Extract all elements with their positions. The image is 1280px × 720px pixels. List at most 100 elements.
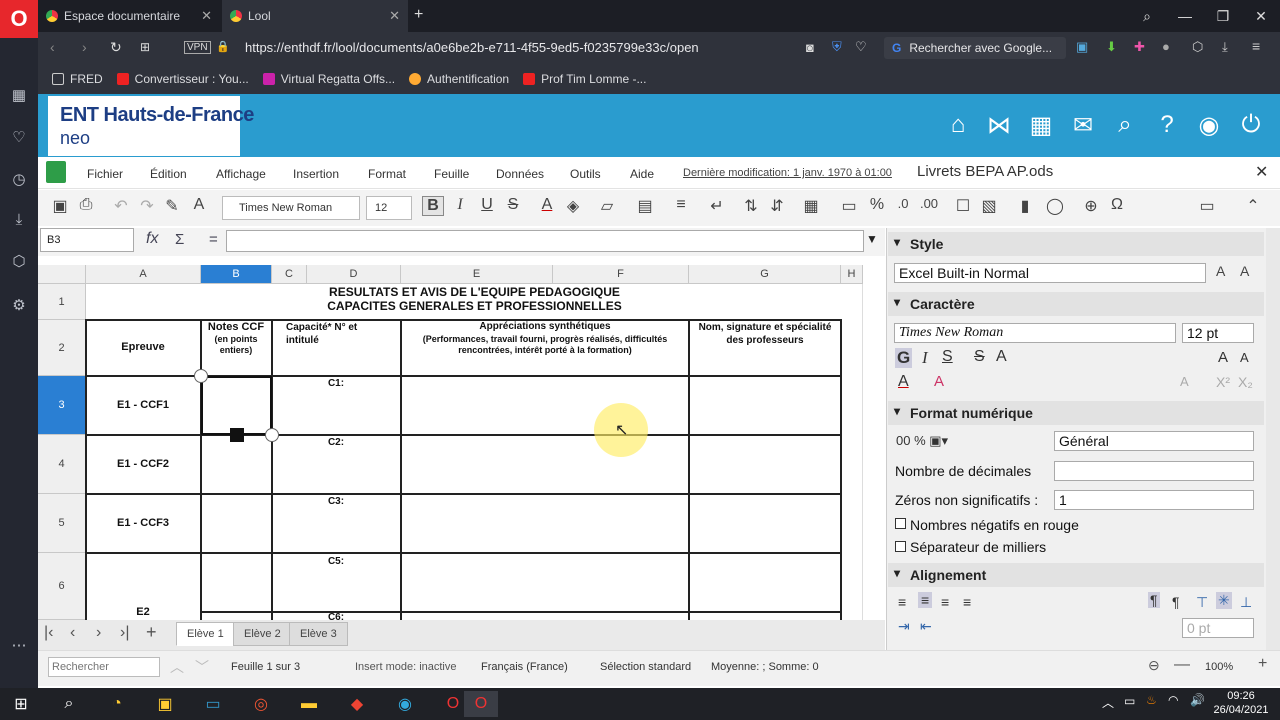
decrease-indent-icon[interactable]: ⇤ xyxy=(920,618,932,635)
row-header-5[interactable]: 5 xyxy=(38,494,86,553)
next-sheet-icon[interactable]: › xyxy=(96,624,101,642)
download-ext-icon[interactable]: ⬇ xyxy=(1106,39,1117,55)
image-icon[interactable]: ▧ xyxy=(978,196,1000,216)
indent-input[interactable]: 0 pt xyxy=(1182,618,1254,638)
column-header-e[interactable]: E xyxy=(401,265,553,284)
column-header-f[interactable]: F xyxy=(553,265,689,284)
close-tab-icon[interactable]: ✕ xyxy=(389,8,400,24)
forward-icon[interactable]: › xyxy=(82,39,87,55)
settings-icon[interactable]: ⚙ xyxy=(0,290,38,320)
close-tab-icon[interactable]: ✕ xyxy=(201,8,212,24)
equals-icon[interactable]: = xyxy=(209,231,218,248)
search-icon[interactable]: ⌕ xyxy=(1110,110,1140,140)
home-icon[interactable]: ⌂ xyxy=(943,110,973,140)
cube-ext-icon[interactable]: ⬡ xyxy=(1192,39,1203,55)
font-color-icon[interactable]: A xyxy=(536,196,558,214)
currency-icon[interactable]: ▭ xyxy=(838,196,860,216)
zoom-out-icon[interactable]: — xyxy=(1174,656,1190,674)
column-header-d[interactable]: D xyxy=(307,265,401,284)
maximize-icon[interactable]: ❐ xyxy=(1204,8,1242,25)
flame-icon[interactable]: ♨ xyxy=(1146,693,1157,707)
menu-affichage[interactable]: Affichage xyxy=(216,167,266,181)
selection-mode[interactable]: Sélection standard xyxy=(600,661,691,673)
font-name-select[interactable]: Times New Roman xyxy=(222,196,360,220)
selection-handle-top-left[interactable] xyxy=(194,369,208,383)
section-caractere[interactable]: Caractère xyxy=(888,292,1264,316)
formula-input[interactable] xyxy=(226,230,864,252)
sidebar-font-select[interactable]: Times New Roman xyxy=(894,323,1176,343)
align-top-icon[interactable]: ⊤ xyxy=(1196,594,1208,611)
rtl-icon[interactable]: ¶ xyxy=(1172,594,1180,610)
align-right-icon[interactable]: ≡ xyxy=(941,594,949,610)
bookmark-convertisseur[interactable]: Convertisseur : You... xyxy=(116,72,249,86)
superscript-icon[interactable]: X² xyxy=(1216,374,1230,390)
thousands-separator-checkbox[interactable] xyxy=(895,541,906,552)
google-search-box[interactable]: G Rechercher avec Google... xyxy=(884,37,1066,59)
paintbrush-icon[interactable]: ✎ xyxy=(161,196,183,216)
menu-donnees[interactable]: Données xyxy=(496,167,544,181)
shrink-font-icon[interactable]: A xyxy=(1240,350,1249,365)
search-tabs-icon[interactable]: ⌕ xyxy=(1128,8,1166,25)
background-color-icon[interactable]: ▤ xyxy=(634,196,656,216)
start-icon[interactable]: ⊞ xyxy=(4,691,38,717)
cell-a3[interactable]: E1 - CCF1 xyxy=(86,399,200,411)
function-wizard-icon[interactable]: fx xyxy=(146,230,158,248)
document-title[interactable]: Livrets BEPA AP.ods xyxy=(917,163,1053,180)
cell-b3-selection[interactable] xyxy=(201,376,272,435)
mail-icon[interactable]: ✉ xyxy=(1068,110,1098,140)
opera-gx-taskbar-icon[interactable]: O xyxy=(464,691,498,717)
num-format-icon[interactable]: 00 % ▣▾ xyxy=(896,433,948,449)
italic-icon[interactable]: I xyxy=(449,196,471,214)
align-center-icon[interactable]: ≡ xyxy=(918,592,933,608)
selection-handle-bottom-right[interactable] xyxy=(265,428,279,442)
sidebar-scrollbar[interactable] xyxy=(1266,228,1280,650)
zoom-in-icon[interactable]: + xyxy=(1258,655,1267,673)
tray-chevron-icon[interactable]: ︿ xyxy=(1102,694,1114,711)
app-chrome-icon[interactable]: ◎ xyxy=(244,691,278,717)
reload-icon[interactable]: ↻ xyxy=(110,39,122,56)
camera-icon[interactable]: ◙ xyxy=(806,40,814,55)
zeros-input[interactable]: 1 xyxy=(1054,490,1254,510)
column-header-a[interactable]: A xyxy=(86,265,201,284)
bookmark-authentification[interactable]: Authentification xyxy=(409,72,509,86)
puzzle-ext-icon[interactable]: ✚ xyxy=(1134,39,1145,55)
battery-icon[interactable]: ▭ xyxy=(1124,694,1135,708)
menu-outils[interactable]: Outils xyxy=(570,167,601,181)
back-icon[interactable]: ‹ xyxy=(50,39,55,55)
apps-icon[interactable]: ▦ xyxy=(1026,110,1056,140)
font-size-select[interactable]: 12 xyxy=(366,196,412,220)
column-header-h[interactable]: H xyxy=(841,265,863,284)
sidebar-strike-icon[interactable]: S xyxy=(974,348,985,366)
link-icon[interactable]: ⊕ xyxy=(1080,196,1102,216)
shield-icon[interactable]: ⛨ xyxy=(832,39,842,55)
wrap-icon[interactable]: ↵ xyxy=(706,196,728,216)
search-up-icon[interactable]: ︿ xyxy=(170,657,184,677)
clear-format-icon[interactable]: A xyxy=(188,196,210,214)
close-window-icon[interactable]: ✕ xyxy=(1242,8,1280,25)
column-header-g[interactable]: G xyxy=(689,265,841,284)
bookmark-virtual-regatta[interactable]: Virtual Regatta Offs... xyxy=(262,72,395,86)
speed-dial-icon[interactable]: ▦ xyxy=(0,80,38,110)
minimize-icon[interactable]: — xyxy=(1166,8,1204,24)
menu-format[interactable]: Format xyxy=(368,167,406,181)
bookmark-fred[interactable]: FRED xyxy=(52,72,103,86)
sort-descending-icon[interactable]: ⇵ xyxy=(766,196,788,216)
align-bottom-icon[interactable]: ⊥ xyxy=(1240,594,1252,611)
app-monitor-icon[interactable]: ▭ xyxy=(196,691,230,717)
sidebar-highlight-icon[interactable]: A xyxy=(934,373,944,390)
wifi-icon[interactable]: ◠ xyxy=(1168,693,1178,707)
percent-icon[interactable]: % xyxy=(866,196,888,214)
cell-a5[interactable]: E1 - CCF3 xyxy=(86,517,200,529)
tabs-grid-icon[interactable]: ⊞ xyxy=(140,40,150,54)
add-sheet-icon[interactable]: + xyxy=(146,622,157,643)
sidebar-bold-icon[interactable]: G xyxy=(895,348,913,368)
explorer-icon[interactable]: ▬ xyxy=(292,691,326,717)
app-media-icon[interactable]: ▣ xyxy=(148,691,182,717)
select-all-corner[interactable] xyxy=(38,265,86,284)
system-clock[interactable]: 09:26 26/04/2021 xyxy=(1212,689,1270,717)
expand-formula-icon[interactable]: ▼ xyxy=(866,232,878,246)
grow-font-icon[interactable]: A xyxy=(1218,349,1228,366)
zoom-fit-icon[interactable]: ⊖ xyxy=(1148,657,1160,674)
new-style-icon[interactable]: A xyxy=(1216,263,1225,279)
align-middle-icon[interactable]: ✳ xyxy=(1216,592,1232,609)
